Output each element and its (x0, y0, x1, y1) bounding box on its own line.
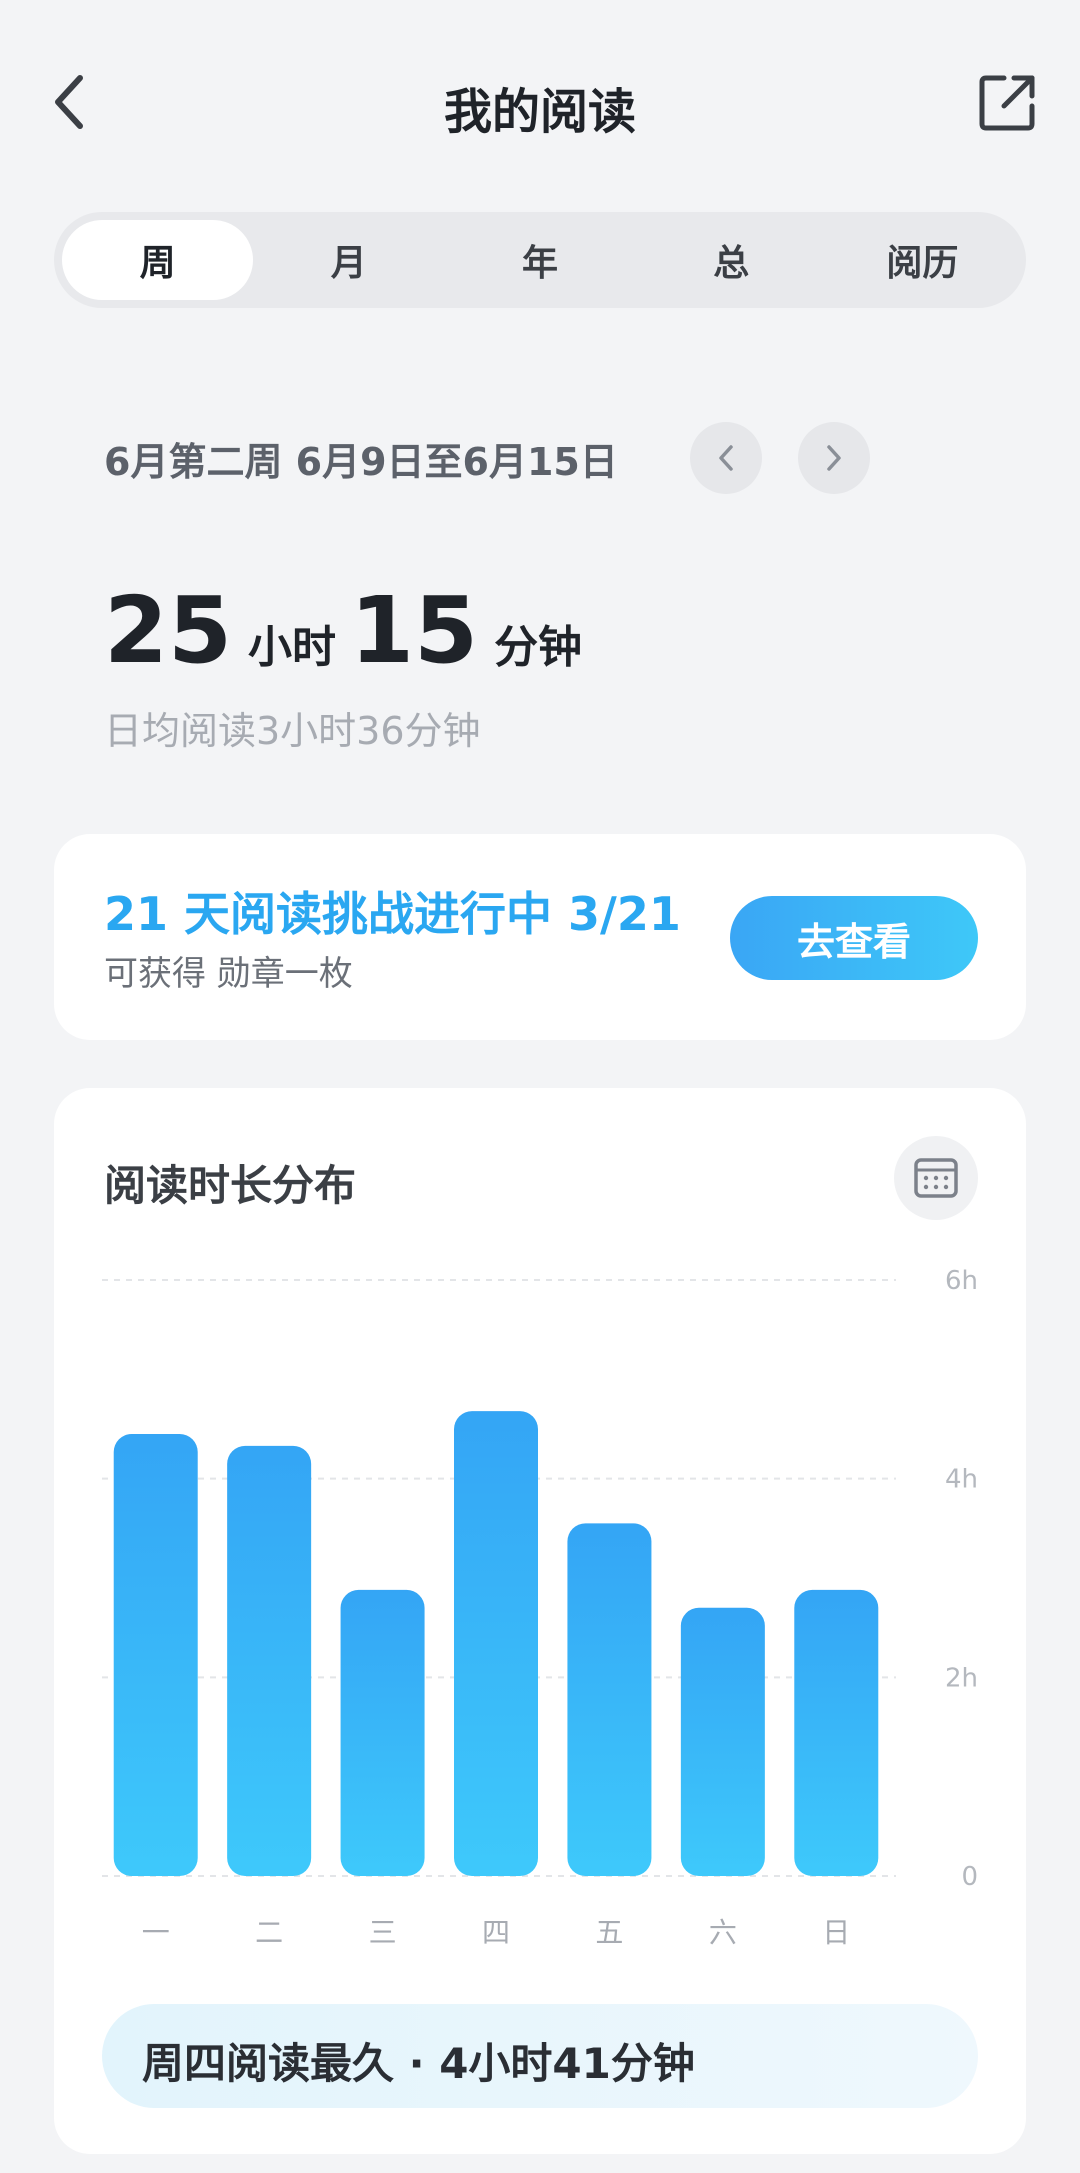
bar-五[interactable] (567, 1523, 652, 1876)
bar-三[interactable] (340, 1589, 425, 1876)
daily-average: 日均阅读3小时36分钟 (104, 709, 481, 753)
my-reading-page: 我的阅读 周 月 年 总 阅历 6月第二周 6月9日至6月15日 25 小时 1… (0, 0, 1080, 2173)
x-tick-label: 一 (142, 1916, 170, 1949)
reading-distribution-card: 0 2h 4h 6h 一 二 三 四 五 六 日 阅读时长分布 周四阅读最久 · 4小时41分钟 (54, 1088, 1026, 2154)
tab-total[interactable]: 总 (636, 220, 827, 300)
tab-month[interactable]: 月 (253, 220, 444, 300)
week-range-text: 6月第二周 6月9日至6月15日 (104, 439, 618, 484)
chart-summary-text: 周四阅读最久 · 4小时41分钟 (142, 2039, 695, 2088)
x-tick-label: 二 (255, 1916, 283, 1949)
y-tick-label: 2h (945, 1663, 978, 1693)
calendar-icon (914, 1158, 958, 1198)
bar-四[interactable] (454, 1411, 538, 1876)
x-tick-label: 四 (482, 1916, 510, 1949)
tab-year[interactable]: 年 (444, 220, 635, 300)
tab-history[interactable]: 阅历 (827, 220, 1018, 300)
chevron-right-icon (827, 445, 841, 471)
page-title: 我的阅读 (443, 84, 636, 140)
period-tabs: 周 月 年 总 阅历 (54, 212, 1026, 308)
challenge-card: 21 天阅读挑战进行中 3/21 可获得 勋章一枚 去查看 (54, 834, 1026, 1040)
challenge-subtitle: 可获得 勋章一枚 (104, 954, 353, 994)
bar-六[interactable] (680, 1607, 765, 1876)
calendar-button[interactable] (894, 1136, 978, 1220)
tab-week[interactable]: 周 (62, 220, 254, 300)
bar-二[interactable] (227, 1445, 312, 1876)
chevron-left-icon (719, 445, 733, 471)
bar-一[interactable] (113, 1433, 198, 1876)
share-button[interactable] (974, 70, 1040, 136)
header: 我的阅读 (0, 50, 1080, 160)
view-challenge-button[interactable]: 去查看 (730, 896, 978, 980)
week-range: 6月第二周 6月9日至6月15日 (104, 425, 618, 491)
total-hours: 25 (104, 577, 233, 684)
total-reading-time: 25 小时 15 分钟 (104, 585, 596, 677)
bar-日[interactable] (794, 1589, 879, 1876)
challenge-title: 21 天阅读挑战进行中 3/21 (104, 887, 681, 941)
x-tick-label: 三 (369, 1916, 397, 1949)
reading-duration-chart: 0 2h 4h 6h 一 二 三 四 五 六 日 (102, 1266, 978, 1949)
chart-title: 阅读时长分布 (104, 1161, 357, 1210)
next-week-button[interactable] (798, 422, 870, 494)
total-minutes: 15 (350, 577, 479, 684)
chart-summary: 周四阅读最久 · 4小时41分钟 (102, 2004, 978, 2108)
external-link-icon (979, 75, 1035, 131)
x-tick-label: 五 (595, 1916, 623, 1949)
y-tick-label: 0 (961, 1862, 978, 1892)
y-tick-label: 4h (945, 1465, 978, 1495)
minutes-unit: 分钟 (494, 622, 583, 673)
x-tick-label: 六 (709, 1916, 737, 1949)
y-tick-label: 6h (945, 1266, 978, 1296)
prev-week-button[interactable] (690, 422, 762, 494)
hours-unit: 小时 (248, 622, 337, 673)
x-tick-label: 日 (822, 1916, 850, 1949)
